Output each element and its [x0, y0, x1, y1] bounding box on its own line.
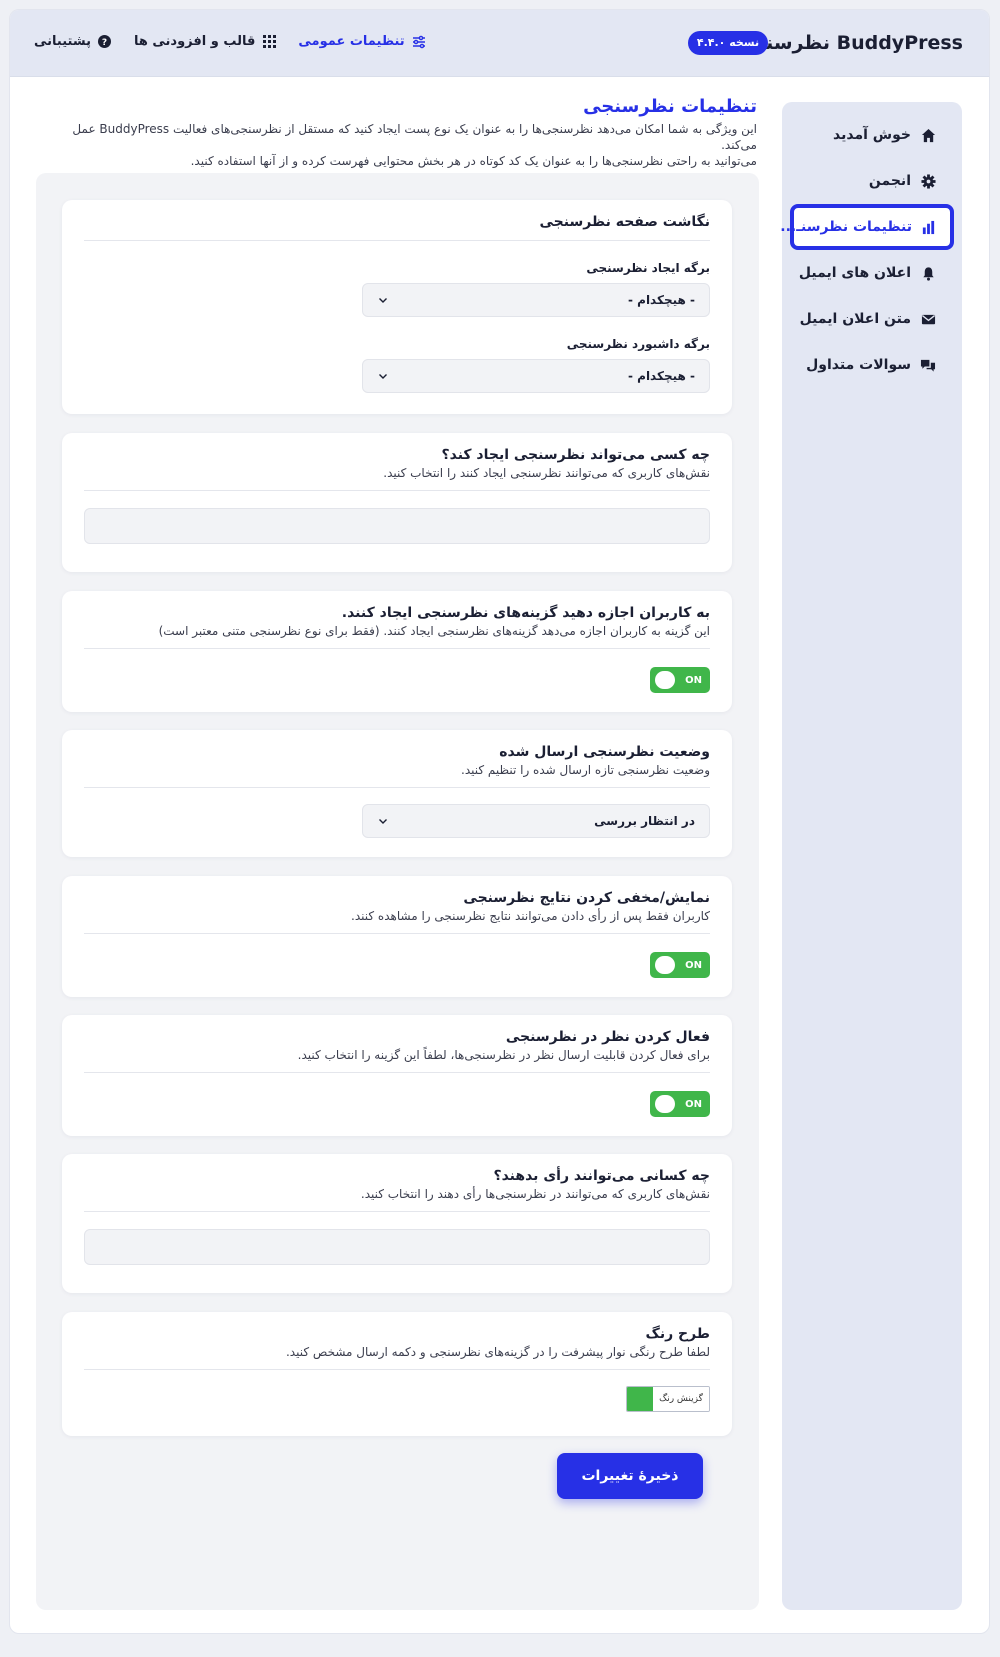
comments-toggle[interactable]: ON	[650, 1091, 710, 1117]
page-description-line-1: این ویژگی به شما امکان می‌دهد نظرسنجی‌ها…	[72, 122, 757, 152]
card-title: طرح رنگ	[645, 1326, 710, 1342]
card-description: نقش‌های کاربری که می‌توانند نظرسنجی ایجا…	[383, 466, 710, 480]
save-button[interactable]: ذخیرهٔ تغییرات	[557, 1453, 703, 1499]
page-title: تنظیمات نظرسنجی	[583, 96, 757, 117]
grid-icon	[262, 35, 276, 49]
help-circle-icon: ?	[98, 35, 112, 49]
divider	[84, 648, 710, 649]
bell-icon	[920, 265, 936, 281]
divider	[84, 1072, 710, 1073]
create-page-select[interactable]: - هیچکدام -	[362, 283, 710, 317]
card-description: این گزینه به کاربران اجازه می‌دهد گزینه‌…	[158, 624, 710, 638]
version-badge: نسخه ۴.۴.۰	[688, 31, 768, 55]
card-description: کاربران فقط پس از رأی دادن می‌توانند نتا…	[351, 909, 710, 923]
sidebar-item-label: انجمن	[868, 173, 911, 189]
gear-icon	[920, 173, 936, 189]
card-description: نقش‌های کاربری که می‌توانند در نظرسنجی‌ه…	[360, 1187, 710, 1201]
color-picker-label: گزینش رنگ	[653, 1387, 709, 1411]
divider	[84, 787, 710, 788]
vote-roles-input[interactable]	[84, 1229, 710, 1265]
chevron-down-icon	[377, 294, 389, 306]
bar-chart-icon	[921, 219, 936, 235]
sidebar-item-email-notifications[interactable]: اعلان های ایمیل	[790, 250, 954, 296]
status-select[interactable]: در انتظار بررسی	[362, 804, 710, 838]
card-title: نگاشت صفحه نظرسنجی	[539, 214, 710, 230]
card-description: وضعیت نظرسنجی تازه ارسال شده را تنظیم کن…	[461, 763, 710, 777]
divider	[84, 490, 710, 491]
main-header: تنظیمات نظرسنجی این ویژگی به شما امکان م…	[57, 96, 757, 169]
divider	[84, 1369, 710, 1370]
card-who-can-vote: چه کسانی می‌توانند رأی بدهند؟ نقش‌های کا…	[62, 1154, 732, 1293]
card-title: وضعیت نظرسنجی ارسال شده	[499, 744, 710, 760]
sidebar-item-poll-settings[interactable]: تنظیمات نظرسنـ...	[780, 204, 954, 250]
toggle-knob	[655, 956, 675, 974]
sliders-icon	[412, 35, 426, 49]
card-user-options: به کاربران اجازه دهید گزینه‌های نظرسنجی …	[62, 591, 732, 712]
nav-support[interactable]: ? پشتیبانی	[34, 34, 112, 49]
nav-themes-addons[interactable]: قالب و افزودنی ها	[134, 34, 276, 49]
sidebar-item-faq[interactable]: سوالات متداول	[790, 342, 954, 388]
show-results-toggle[interactable]: ON	[650, 952, 710, 978]
sidebar: خوش آمدید انجمن تنظیمات نظرسنـ... اعلان …	[780, 102, 962, 1610]
card-show-results: نمایش/مخفی کردن نتایج نظرسنجی کاربران فق…	[62, 876, 732, 997]
card-comments: فعال کردن نظر در نظرسنجی برای فعال کردن …	[62, 1015, 732, 1136]
toggle-label: ON	[685, 959, 702, 971]
divider	[84, 240, 710, 241]
settings-page: نظرسنجی های BuddyPress نسخه ۴.۴.۰ تنظیما…	[9, 9, 990, 1634]
chat-bubbles-icon	[920, 357, 936, 373]
sidebar-item-email-text[interactable]: متن اعلان ایمیل	[790, 296, 954, 342]
top-nav: تنظیمات عمومی قالب و افزودنی ها ? پشتیبا…	[34, 34, 426, 49]
top-bar: نظرسنجی های BuddyPress نسخه ۴.۴.۰ تنظیما…	[10, 10, 989, 77]
sidebar-item-label: خوش آمدید	[833, 127, 911, 143]
create-page-label: برگه ایجاد نظرسنجی	[586, 261, 710, 275]
chevron-down-icon	[377, 370, 389, 382]
settings-panel: نگاشت صفحه نظرسنجی برگه ایجاد نظرسنجی - …	[36, 173, 759, 1610]
chevron-down-icon	[377, 815, 389, 827]
divider	[84, 933, 710, 934]
card-title: چه کسانی می‌توانند رأی بدهند؟	[493, 1168, 710, 1184]
nav-label: قالب و افزودنی ها	[133, 34, 256, 49]
card-submitted-status: وضعیت نظرسنجی ارسال شده وضعیت نظرسنجی تا…	[62, 730, 732, 857]
card-who-can-create: چه کسی می‌تواند نظرسنجی ایجاد کند؟ نقش‌ه…	[62, 433, 732, 572]
nav-label: پشتیبانی	[34, 34, 91, 49]
card-title: نمایش/مخفی کردن نتایج نظرسنجی	[463, 890, 710, 906]
toggle-label: ON	[685, 1098, 702, 1110]
color-swatch	[627, 1387, 653, 1411]
sidebar-item-label: تنظیمات نظرسنـ...	[780, 219, 912, 235]
dashboard-page-select[interactable]: - هیچکدام -	[362, 359, 710, 393]
sidebar-item-label: سوالات متداول	[806, 357, 911, 373]
create-roles-input[interactable]	[84, 508, 710, 544]
color-picker-button[interactable]: گزینش رنگ	[626, 1386, 710, 1412]
envelope-icon	[920, 311, 936, 327]
dashboard-page-label: برگه داشبورد نظرسنجی	[566, 337, 710, 351]
sidebar-item-forum[interactable]: انجمن	[790, 158, 954, 204]
card-description: لطفا طرح رنگی نوار پیشرفت را در گزینه‌ها…	[285, 1345, 710, 1359]
home-icon	[920, 127, 936, 143]
nav-general-settings[interactable]: تنظیمات عمومی	[298, 34, 425, 49]
select-value: - هیچکدام -	[627, 369, 695, 383]
sidebar-item-label: اعلان های ایمیل	[798, 265, 911, 281]
card-description: برای فعال کردن قابلیت ارسال نظر در نظرسن…	[297, 1048, 710, 1062]
sidebar-item-label: متن اعلان ایمیل	[799, 311, 911, 327]
card-page-mapping: نگاشت صفحه نظرسنجی برگه ایجاد نظرسنجی - …	[62, 200, 732, 414]
card-title: به کاربران اجازه دهید گزینه‌های نظرسنجی …	[341, 605, 710, 621]
nav-label: تنظیمات عمومی	[298, 34, 405, 49]
select-value: - هیچکدام -	[627, 293, 695, 307]
select-value: در انتظار بررسی	[594, 814, 695, 828]
user-options-toggle[interactable]: ON	[650, 667, 710, 693]
card-title: چه کسی می‌تواند نظرسنجی ایجاد کند؟	[441, 447, 710, 463]
toggle-knob	[655, 671, 675, 689]
toggle-knob	[655, 1095, 675, 1113]
card-title: فعال کردن نظر در نظرسنجی	[505, 1029, 710, 1045]
sidebar-item-welcome[interactable]: خوش آمدید	[790, 112, 954, 158]
card-color-scheme: طرح رنگ لطفا طرح رنگی نوار پیشرفت را در …	[62, 1312, 732, 1436]
svg-text:?: ?	[102, 38, 107, 48]
divider	[84, 1211, 710, 1212]
page-description-line-2: می‌توانید به راحتی نظرسنجی‌ها را به عنوا…	[190, 154, 757, 168]
toggle-label: ON	[685, 674, 702, 686]
